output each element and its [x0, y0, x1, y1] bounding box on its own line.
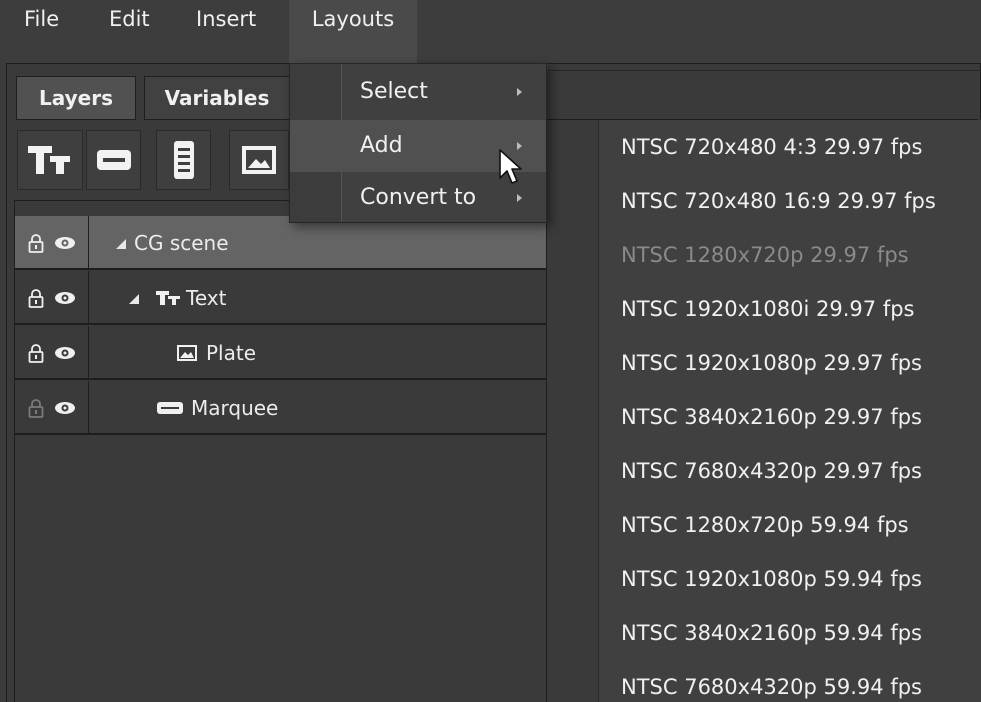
tab-layers[interactable]: Layers [16, 76, 136, 120]
roll-tool-button[interactable] [156, 130, 211, 190]
layer-label: Marquee [191, 396, 279, 420]
layer-controls [14, 326, 89, 378]
menu-insert[interactable]: Insert [196, 0, 256, 51]
layer-label: Plate [206, 341, 257, 365]
marquee-tool-icon [96, 150, 131, 170]
layer-row-plate[interactable]: Plate [14, 326, 546, 380]
menu-bar: File Edit Insert Layouts [0, 0, 981, 63]
tab-variables[interactable]: Variables [144, 76, 290, 120]
eye-icon[interactable] [54, 346, 76, 360]
layer-label: Text [186, 286, 227, 310]
submenu-item[interactable]: NTSC 3840x2160p 59.94 fps [599, 606, 981, 660]
lock-icon[interactable] [28, 288, 44, 308]
submenu-item[interactable]: NTSC 1920x1080i 29.97 fps [599, 282, 981, 336]
layer-controls [14, 381, 89, 433]
submenu-item[interactable]: NTSC 1280x720p 59.94 fps [599, 498, 981, 552]
lock-icon[interactable] [28, 233, 44, 253]
submenu-item[interactable]: NTSC 1920x1080p 29.97 fps [599, 336, 981, 390]
marquee-tool-button[interactable] [86, 130, 141, 190]
submenu-item[interactable]: NTSC 720x480 4:3 29.97 fps [599, 120, 981, 174]
text-tool-icon [28, 146, 70, 174]
mouse-cursor-icon [499, 149, 522, 184]
expand-triangle-icon[interactable] [116, 239, 126, 249]
image-plate-icon [242, 146, 276, 174]
menu-item-select[interactable]: Select [290, 66, 546, 118]
layer-row-marquee[interactable]: Marquee [14, 381, 546, 435]
menu-file[interactable]: File [24, 0, 59, 51]
add-submenu: NTSC 720x480 4:3 29.97 fps NTSC 720x480 … [598, 120, 981, 702]
layer-controls [14, 216, 89, 268]
expand-triangle-icon[interactable] [129, 294, 139, 304]
marquee-icon [157, 402, 183, 414]
panel-divider [548, 70, 981, 71]
lock-icon[interactable] [28, 343, 44, 363]
submenu-arrow-icon [517, 194, 522, 202]
menu-edit[interactable]: Edit [109, 0, 150, 51]
submenu-item[interactable]: NTSC 3840x2160p 29.97 fps [599, 390, 981, 444]
layer-row-cg-scene[interactable]: CG scene [14, 216, 546, 270]
submenu-item[interactable]: NTSC 7680x4320p 29.97 fps [599, 444, 981, 498]
image-plate-button[interactable] [229, 130, 289, 190]
panel-border [14, 200, 15, 702]
menu-layouts[interactable]: Layouts [289, 0, 417, 63]
lock-icon[interactable] [28, 398, 44, 418]
eye-icon[interactable] [54, 291, 76, 305]
layer-row-text[interactable]: Text [14, 271, 546, 325]
text-icon [156, 291, 180, 305]
layer-controls [14, 271, 89, 323]
submenu-item[interactable]: NTSC 7680x4320p 59.94 fps [599, 660, 981, 702]
eye-icon[interactable] [54, 401, 76, 415]
submenu-arrow-icon [517, 88, 522, 96]
text-tool-button[interactable] [17, 130, 83, 190]
eye-icon[interactable] [54, 236, 76, 250]
roll-tool-icon [173, 141, 194, 179]
submenu-item[interactable]: NTSC 720x480 16:9 29.97 fps [599, 174, 981, 228]
submenu-item-disabled: NTSC 1280x720p 29.97 fps [621, 243, 909, 267]
layouts-dropdown: Select Add Convert to [289, 63, 547, 223]
image-icon [177, 345, 197, 361]
submenu-item[interactable]: NTSC 1920x1080p 59.94 fps [599, 552, 981, 606]
layer-label: CG scene [134, 231, 229, 255]
